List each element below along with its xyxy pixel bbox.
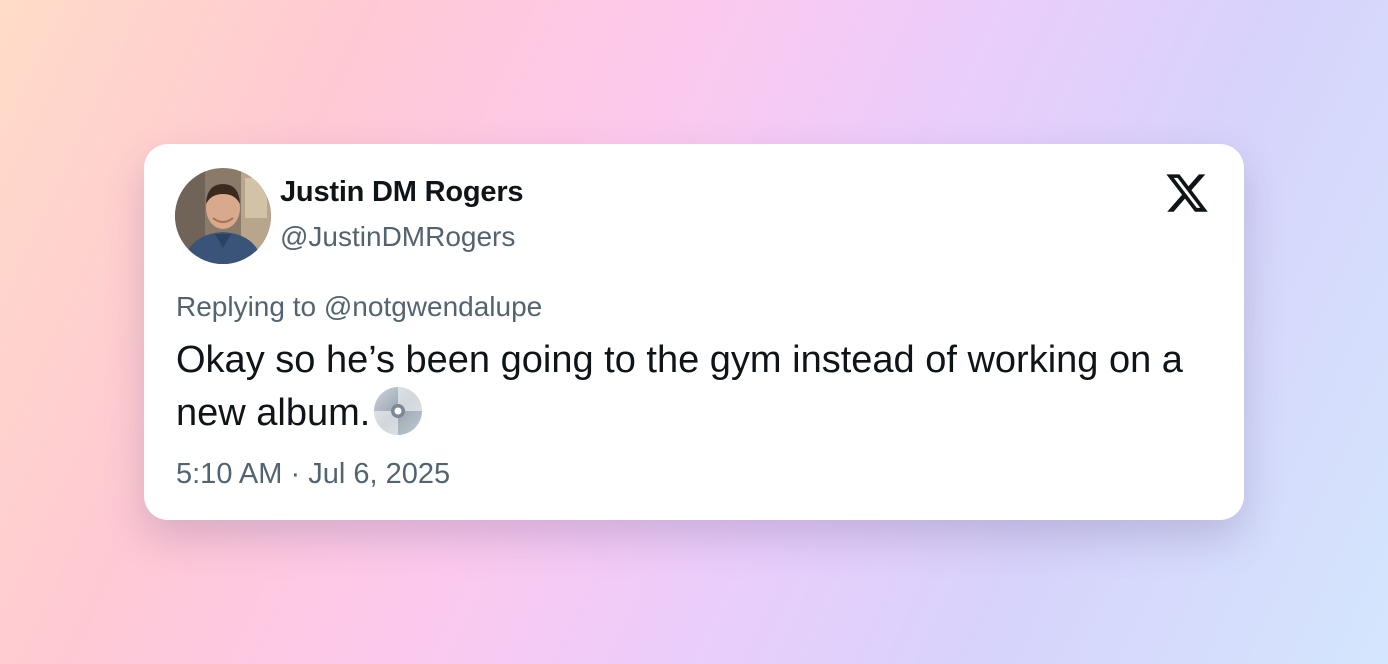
author-name[interactable]: Justin DM Rogers (280, 176, 524, 209)
reply-to-handle[interactable]: @notgwendalupe (324, 291, 542, 322)
tweet-body: Okay so he’s been going to the gym inste… (176, 339, 1183, 434)
author-handle[interactable]: @JustinDMRogers (280, 221, 515, 253)
tweet-date: Jul 6, 2025 (308, 458, 451, 490)
tweet-time: 5:10 AM (176, 458, 283, 490)
cd-disc-icon (372, 385, 424, 437)
timestamp-separator: · (290, 458, 301, 490)
tweet-card: Justin DM Rogers @JustinDMRogers Replyin… (144, 144, 1244, 520)
avatar[interactable] (175, 168, 271, 264)
replying-to-line: Replying to @notgwendalupe (176, 291, 542, 323)
tweet-timestamp[interactable]: 5:10 AM · Jul 6, 2025 (176, 458, 450, 491)
x-logo-icon[interactable] (1164, 170, 1210, 216)
reply-prefix: Replying to (176, 291, 317, 322)
tweet-text: Okay so he’s been going to the gym inste… (176, 336, 1216, 438)
